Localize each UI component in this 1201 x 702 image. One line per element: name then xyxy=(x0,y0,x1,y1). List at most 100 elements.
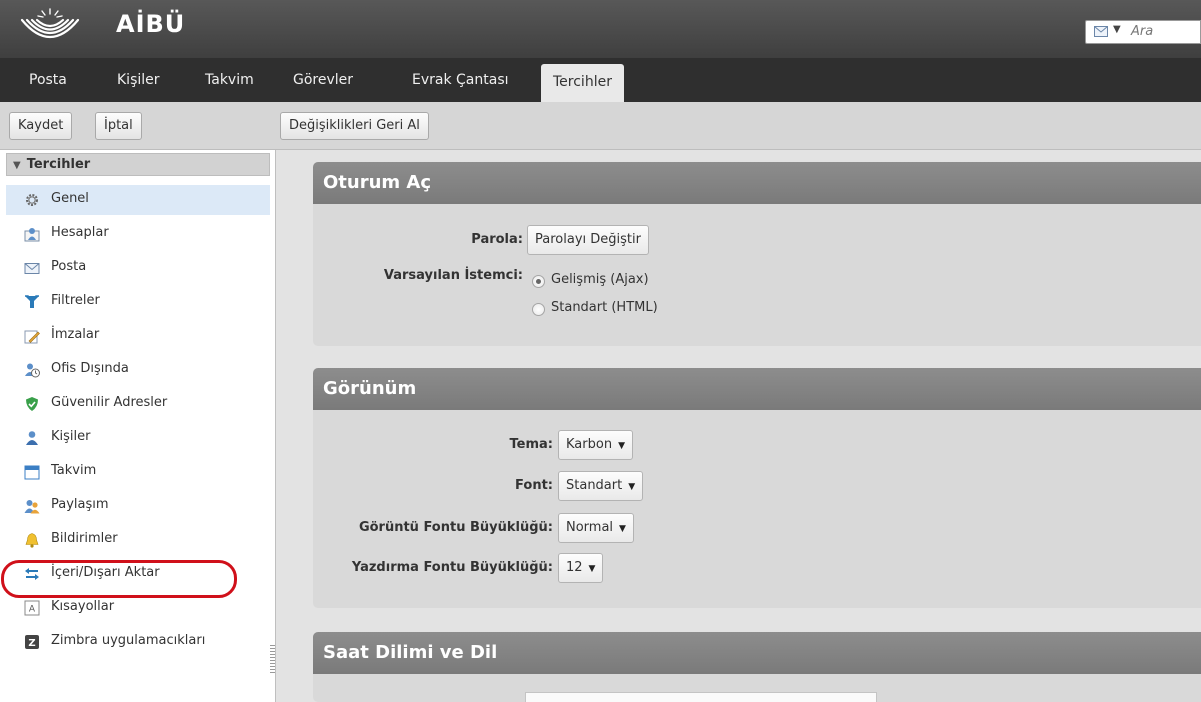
theme-select[interactable]: Karbon ▼ xyxy=(558,430,633,460)
search-placeholder: Ara xyxy=(1131,24,1154,39)
print-font-size-select[interactable]: 12 ▼ xyxy=(558,553,604,583)
sidebar-item-imzalar[interactable]: İmzalar xyxy=(6,321,270,351)
section-oturum-ac: Oturum Aç Parola: Parolayı Değiştir Vars… xyxy=(313,162,1201,346)
import-export-icon xyxy=(25,568,39,580)
section-gorunum: Görünüm Tema: Karbon ▼ Font: Standart ▼ Gö… xyxy=(313,368,1201,608)
sidebar-item-label: Genel xyxy=(51,191,89,206)
section-title: Saat Dilimi ve Dil xyxy=(313,632,1201,674)
display-font-size-row: Görüntü Fontu Büyüklüğü: xyxy=(313,513,553,543)
tab-gorevler[interactable]: Görevler xyxy=(293,58,353,102)
gear-icon xyxy=(26,194,38,206)
default-client-label: Varsayılan İstemci: xyxy=(383,268,523,283)
zimlet-icon: Z xyxy=(25,635,39,649)
sidebar-item-hesaplar[interactable]: Hesaplar xyxy=(6,219,270,249)
save-button[interactable]: Kaydet xyxy=(9,112,73,140)
print-font-size-value: 12 xyxy=(566,560,583,575)
sidebar-item-kisayollar[interactable]: A Kısayollar xyxy=(6,593,270,623)
password-label: Parola: xyxy=(471,232,523,247)
client-row: Varsayılan İstemci: xyxy=(313,261,523,291)
bell-icon xyxy=(25,533,39,548)
sidebar-item-ofis-disinda[interactable]: Ofis Dışında xyxy=(6,355,270,385)
sidebar-item-label: Kısayollar xyxy=(51,599,115,614)
sidebar-resize-handle[interactable] xyxy=(270,645,275,675)
shortcut-icon: A xyxy=(24,600,40,616)
tab-posta[interactable]: Posta xyxy=(29,58,67,102)
print-font-size-row: Yazdırma Fontu Büyüklüğü: xyxy=(313,553,553,583)
change-password-button[interactable]: Parolayı Değiştir xyxy=(527,225,649,255)
sidebar-item-label: Filtreler xyxy=(51,293,100,308)
sidebar-item-label: Kişiler xyxy=(51,429,91,444)
tab-tercihler[interactable]: Tercihler xyxy=(541,64,624,102)
sidebar-item-label: İçeri/Dışarı Aktar xyxy=(51,565,160,580)
calendar-icon xyxy=(24,465,40,480)
sidebar-item-label: Güvenilir Adresler xyxy=(51,395,168,410)
radio-standard-html-label[interactable]: Standart (HTML) xyxy=(551,300,658,315)
radio-standard-html[interactable] xyxy=(532,303,545,316)
filter-icon xyxy=(25,295,39,308)
collapse-triangle-icon[interactable]: ▼ xyxy=(13,160,21,171)
theme-value: Karbon xyxy=(566,437,613,452)
sidebar-item-posta[interactable]: Posta xyxy=(6,253,270,283)
sidebar-item-paylasim[interactable]: Paylaşım xyxy=(6,491,270,521)
chevron-down-icon: ▼ xyxy=(628,482,636,492)
chevron-down-icon: ▼ xyxy=(619,524,626,534)
sidebar-item-genel[interactable]: Genel xyxy=(6,185,270,215)
display-font-size-select[interactable]: Normal ▼ xyxy=(558,513,634,543)
tab-evrak-cantasi[interactable]: Evrak Çantası xyxy=(412,58,509,102)
sidebar-item-zimbra-uygulamaciklari[interactable]: Z Zimbra uygulamacıkları xyxy=(6,627,270,657)
font-value: Standart xyxy=(566,478,623,493)
sidebar-item-label: Bildirimler xyxy=(51,531,118,546)
mail-icon[interactable] xyxy=(1094,26,1108,37)
radio-advanced-ajax[interactable] xyxy=(532,275,545,288)
logo-icon xyxy=(20,8,80,38)
sidebar-item-label: Takvim xyxy=(51,463,97,478)
toolbar: Kaydet İptal Değişiklikleri Geri Al xyxy=(0,102,1201,150)
sidebar-item-label: Zimbra uygulamacıkları xyxy=(51,633,206,648)
sidebar-title: Tercihler xyxy=(26,157,91,172)
theme-row: Tema: xyxy=(313,430,553,460)
preferences-content: Oturum Aç Parola: Parolayı Değiştir Vars… xyxy=(276,150,1201,702)
sidebar-item-label: Hesaplar xyxy=(51,225,109,240)
svg-text:Z: Z xyxy=(28,638,35,649)
sidebar-item-takvim[interactable]: Takvim xyxy=(6,457,270,487)
envelope-icon xyxy=(24,263,40,274)
sidebar-item-filtreler[interactable]: Filtreler xyxy=(6,287,270,317)
font-row: Font: xyxy=(313,471,553,501)
sidebar-item-label: Paylaşım xyxy=(51,497,109,512)
search-input[interactable]: ▼ Ara xyxy=(1085,20,1201,44)
preferences-sidebar: ▼ Tercihler Genel Hesaplar Posta Filtrele… xyxy=(0,150,276,702)
tab-kisiler[interactable]: Kişiler xyxy=(117,58,160,102)
sidebar-item-bildirimler[interactable]: Bildirimler xyxy=(6,525,270,555)
display-font-size-value: Normal xyxy=(566,520,614,535)
sidebar-item-label: Ofis Dışında xyxy=(51,361,129,376)
sidebar-item-label: Posta xyxy=(51,259,87,274)
accounts-icon xyxy=(24,228,40,242)
chevron-down-icon[interactable]: ▼ xyxy=(1113,24,1121,35)
display-font-size-label: Görüntü Fontu Büyüklüğü: xyxy=(358,520,553,535)
sharing-icon xyxy=(24,500,40,514)
sidebar-item-kisiler[interactable]: Kişiler xyxy=(6,423,270,453)
app-tabs: Posta Kişiler Takvim Görevler Evrak Çant… xyxy=(0,58,1201,102)
person-icon xyxy=(26,431,38,445)
cancel-button[interactable]: İptal xyxy=(95,112,142,140)
svg-text:A: A xyxy=(29,605,36,615)
shield-icon xyxy=(26,397,38,411)
chevron-down-icon: ▼ xyxy=(618,441,625,451)
revert-changes-button[interactable]: Değişiklikleri Geri Al xyxy=(280,112,429,140)
tab-takvim[interactable]: Takvim xyxy=(205,58,254,102)
sidebar-item-guvenilir-adresler[interactable]: Güvenilir Adresler xyxy=(6,389,270,419)
app-header: AİBÜ ▼ Ara xyxy=(0,0,1201,58)
chevron-down-icon: ▼ xyxy=(588,564,596,574)
section-title: Oturum Aç xyxy=(313,162,1201,204)
print-font-size-label: Yazdırma Fontu Büyüklüğü: xyxy=(351,560,553,575)
sidebar-header[interactable]: ▼ Tercihler xyxy=(6,153,270,176)
theme-label: Tema: xyxy=(509,437,553,452)
section-title: Görünüm xyxy=(313,368,1201,410)
radio-advanced-ajax-label[interactable]: Gelişmiş (Ajax) xyxy=(551,272,649,287)
sidebar-item-iceri-disari-aktar[interactable]: İçeri/Dışarı Aktar xyxy=(6,559,270,589)
sidebar-item-label: İmzalar xyxy=(51,327,100,342)
font-select[interactable]: Standart ▼ xyxy=(558,471,644,501)
timezone-select[interactable] xyxy=(525,692,877,702)
signature-icon xyxy=(24,330,40,344)
password-row: Parola: xyxy=(313,225,523,255)
